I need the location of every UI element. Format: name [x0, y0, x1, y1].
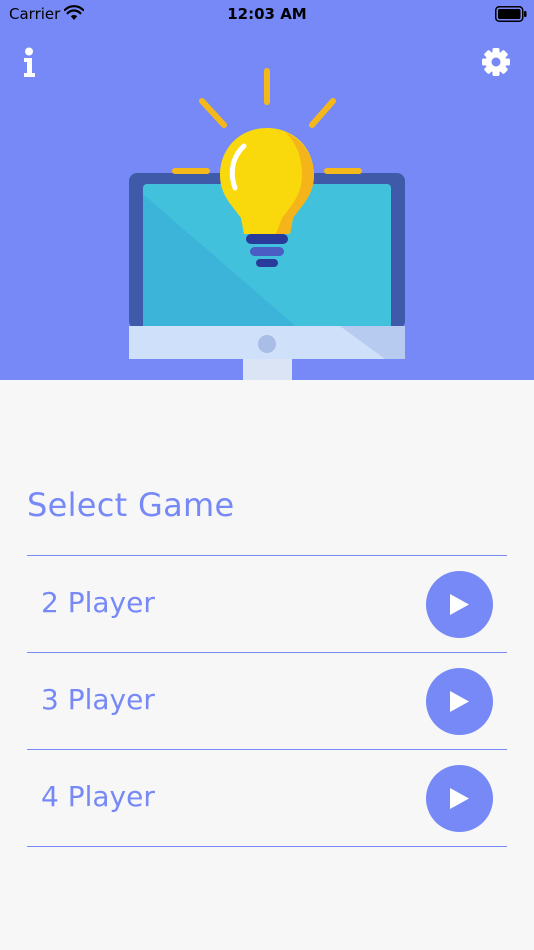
game-row-3-player[interactable]: 3 Player [27, 653, 507, 749]
play-4-player-button[interactable] [426, 765, 493, 832]
game-label: 3 Player [41, 683, 155, 716]
header: Carrier 12:03 AM [0, 0, 534, 380]
game-label: 2 Player [41, 586, 155, 619]
game-row-4-player[interactable]: 4 Player [27, 750, 507, 846]
play-icon [450, 788, 469, 809]
game-label: 4 Player [41, 780, 155, 813]
play-icon [450, 691, 469, 712]
divider [27, 846, 507, 847]
play-3-player-button[interactable] [426, 668, 493, 735]
lightbulb-monitor-illustration [129, 68, 405, 380]
game-row-2-player[interactable]: 2 Player [27, 556, 507, 652]
play-icon [450, 594, 469, 615]
game-list: 2 Player 3 Player 4 Player [27, 555, 507, 847]
page-title: Select Game [27, 486, 235, 524]
play-2-player-button[interactable] [426, 571, 493, 638]
